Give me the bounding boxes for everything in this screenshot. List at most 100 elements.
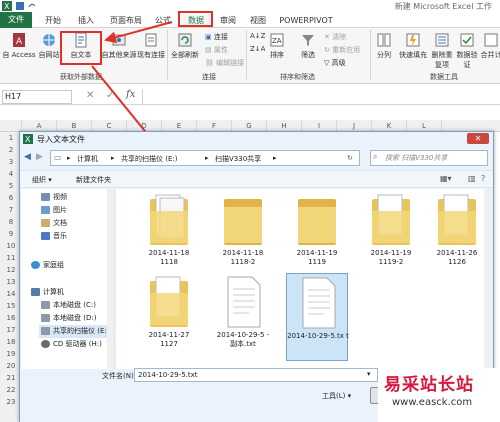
clear-button[interactable]: ✕ 清除 xyxy=(324,32,346,42)
function-icon[interactable]: fx xyxy=(126,89,135,100)
formula-input[interactable] xyxy=(142,89,500,104)
refresh-icon xyxy=(178,33,192,47)
tab-formulas[interactable]: 公式 xyxy=(150,14,176,27)
tab-view[interactable]: 视图 xyxy=(244,14,272,27)
address-bar[interactable]: ▭ ▸ 计算机 ▸ 共享的扫描仪 (E:) ▸ 扫描V330共享 ▸ ↻ xyxy=(50,150,360,166)
back-icon[interactable]: ◀ xyxy=(24,152,31,162)
nav-item-videos[interactable]: 视频 xyxy=(41,191,67,204)
breadcrumb-sep: ▸ xyxy=(111,154,115,162)
file-label: 2014-11-18 1118 xyxy=(148,249,190,266)
view-options-icon[interactable]: ▦▾ xyxy=(440,174,452,183)
group-label-sort-filter: 排序和筛选 xyxy=(280,73,315,81)
nav-scrollbar[interactable] xyxy=(107,189,114,369)
file-item-folder[interactable]: 2014-11-19 1119-2 xyxy=(360,193,422,283)
dialog-toolbar: 组织 ▾ 新建文件夹 ▦▾ ▥ ? xyxy=(20,170,493,188)
forward-icon[interactable]: ▶ xyxy=(36,152,43,162)
tab-insert[interactable]: 插入 xyxy=(72,14,100,27)
dialog-title: 导入文本文件 xyxy=(37,135,85,144)
nav-item-documents[interactable]: 文档 xyxy=(41,217,67,230)
tab-home[interactable]: 开始 xyxy=(38,14,68,27)
title-bar: X 新建 Microsoft Excel 工作 xyxy=(0,0,500,12)
help-icon[interactable]: ? xyxy=(481,174,485,183)
properties-button[interactable]: ▤ 属性 xyxy=(205,45,228,55)
text-to-columns-button[interactable]: 分列 xyxy=(372,32,396,60)
enter-icon[interactable]: ✓ xyxy=(106,90,114,101)
tools-dropdown[interactable]: 工具(L) ▾ xyxy=(322,391,351,401)
folder-icon xyxy=(298,199,336,245)
access-icon: A xyxy=(13,33,25,47)
consolidate-button[interactable]: 合并计 xyxy=(480,32,500,60)
sort-desc-icon[interactable]: Z↓A xyxy=(250,45,265,53)
connections-button[interactable]: ▣ 连接 xyxy=(205,32,228,42)
file-item-txt-selected[interactable]: 2014-10-29-5.tx t xyxy=(286,273,349,361)
cd-drive-icon xyxy=(41,340,50,348)
undo-icon[interactable] xyxy=(28,2,36,10)
from-other-sources-button[interactable]: 自其他来源 xyxy=(101,32,137,60)
drive-icon xyxy=(41,314,50,322)
sort-button[interactable]: ZA 排序 xyxy=(266,32,288,60)
filter-button[interactable]: 筛选 xyxy=(296,32,320,60)
file-item-txt[interactable]: 2014-10-29-5 - 副本.txt xyxy=(212,275,274,365)
save-icon[interactable] xyxy=(16,2,24,10)
nav-item-drive-e[interactable]: 共享的扫描仪 (E: xyxy=(39,325,115,338)
nav-item-music[interactable]: 音乐 xyxy=(41,230,67,243)
file-label: 2014-11-18 1118-2 xyxy=(222,249,264,266)
filename-input[interactable]: 2014-10-29-5.txt xyxy=(134,368,378,382)
new-folder-button[interactable]: 新建文件夹 xyxy=(76,175,111,185)
watermark-title: 易采站长站 xyxy=(384,375,474,395)
file-list-scrollbar[interactable] xyxy=(484,189,492,369)
nav-item-drive-d[interactable]: 本地磁盘 (D:) xyxy=(41,312,96,325)
cancel-icon[interactable]: ✕ xyxy=(86,90,94,101)
data-validation-button[interactable]: 数据验证 xyxy=(455,32,479,70)
nav-item-homegroup[interactable]: 家庭组 xyxy=(31,259,64,272)
organize-button[interactable]: 组织 ▾ xyxy=(32,175,52,185)
remove-duplicates-icon xyxy=(435,33,449,47)
tab-file[interactable]: 文件 xyxy=(0,12,32,28)
file-item-folder[interactable]: 2014-11-26 1126 xyxy=(426,193,488,283)
refresh-icon[interactable]: ↻ xyxy=(347,154,353,162)
drive-icon xyxy=(41,301,50,309)
clear-icon: ✕ xyxy=(324,33,333,41)
svg-text:X: X xyxy=(25,135,31,144)
nav-item-pictures[interactable]: 图片 xyxy=(41,204,67,217)
flash-fill-button[interactable]: 快速填充 xyxy=(396,32,430,60)
file-label: 2014-11-19 1119-2 xyxy=(370,249,412,266)
nav-item-drive-c[interactable]: 本地磁盘 (C:) xyxy=(41,299,96,312)
remove-duplicates-button[interactable]: 删除重复项 xyxy=(430,32,454,70)
breadcrumb-drive[interactable]: 共享的扫描仪 (E:) xyxy=(121,154,177,164)
file-item-folder[interactable]: 2014-11-19 1119 xyxy=(286,193,348,283)
breadcrumb-folder[interactable]: 扫描V330共享 xyxy=(215,154,261,164)
from-web-button[interactable]: 自网站 xyxy=(37,32,61,60)
highlight-box-from-text xyxy=(60,31,102,65)
reapply-button[interactable]: ↻ 重新应用 xyxy=(324,45,360,55)
picture-icon xyxy=(41,206,50,214)
group-label-data-tools: 数据工具 xyxy=(430,73,458,81)
existing-connections-button[interactable]: 现有连接 xyxy=(136,32,166,60)
tab-powerpivot[interactable]: POWERPIVOT xyxy=(276,14,336,27)
from-access-button[interactable]: A 自 Access xyxy=(2,32,36,60)
file-item-folder[interactable]: 2014-11-18 1118-2 xyxy=(212,193,274,283)
nav-item-computer[interactable]: 计算机 xyxy=(31,286,64,299)
chevron-down-icon[interactable]: ▾ xyxy=(367,370,371,378)
video-icon xyxy=(41,193,50,201)
tab-review[interactable]: 审阅 xyxy=(214,14,242,27)
file-item-folder[interactable]: 2014-11-27 1127 xyxy=(138,275,200,365)
tab-page-layout[interactable]: 页面布局 xyxy=(104,14,148,27)
file-label: 2014-11-26 1126 xyxy=(436,249,478,266)
edit-links-button[interactable]: ⛓ 编辑链接 xyxy=(205,58,244,68)
advanced-button[interactable]: ▽ 高级 xyxy=(324,58,346,68)
nav-item-cd-drive[interactable]: CD 驱动器 (H:) xyxy=(41,338,102,351)
connections-icon: ▣ xyxy=(205,33,214,41)
breadcrumb-computer[interactable]: 计算机 xyxy=(77,154,98,164)
details-pane-icon[interactable]: ▥ xyxy=(468,174,476,183)
refresh-all-button[interactable]: 全部刷新 xyxy=(168,32,202,60)
search-input[interactable]: 搜索 扫描V330共享 xyxy=(370,150,488,166)
name-box[interactable]: H17 xyxy=(2,90,72,104)
file-list: 2014-11-18 1118 2014-11-18 1118-2 2014-1… xyxy=(116,189,492,369)
close-button[interactable]: ✕ xyxy=(467,133,489,144)
breadcrumb-sep: ▸ xyxy=(205,154,209,162)
drive-icon xyxy=(41,327,50,335)
sort-asc-icon[interactable]: A↓Z xyxy=(250,32,265,40)
file-item-folder[interactable]: 2014-11-18 1118 xyxy=(138,193,200,283)
file-label: 2014-11-27 1127 xyxy=(148,331,190,348)
